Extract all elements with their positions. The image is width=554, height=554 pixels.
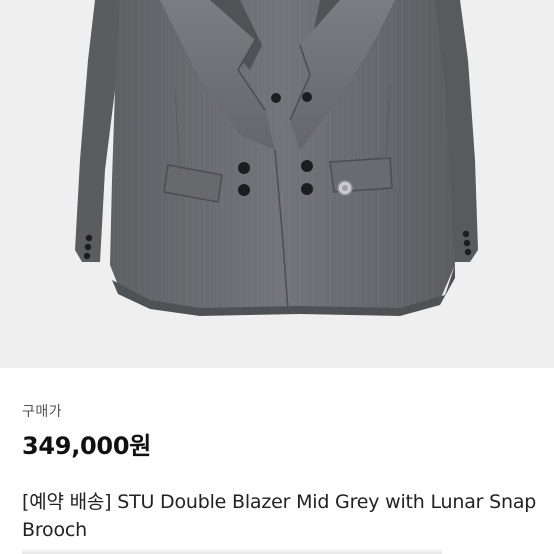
button [301, 183, 313, 195]
product-image[interactable] [0, 0, 554, 368]
button [301, 160, 313, 172]
product-info: 구매가 349,000원 [예약 배송] STU Double Blazer M… [0, 368, 554, 554]
price-value: 349,000원 [22, 432, 151, 460]
button [238, 162, 250, 174]
button [238, 184, 250, 196]
next-line-cutoff [22, 548, 442, 554]
product-title: [예약 배송] STU Double Blazer Mid Grey with … [22, 491, 537, 541]
blazer-photo [75, 0, 478, 316]
price-label: 구매가 [22, 404, 63, 420]
button [271, 93, 281, 103]
button [302, 92, 312, 102]
